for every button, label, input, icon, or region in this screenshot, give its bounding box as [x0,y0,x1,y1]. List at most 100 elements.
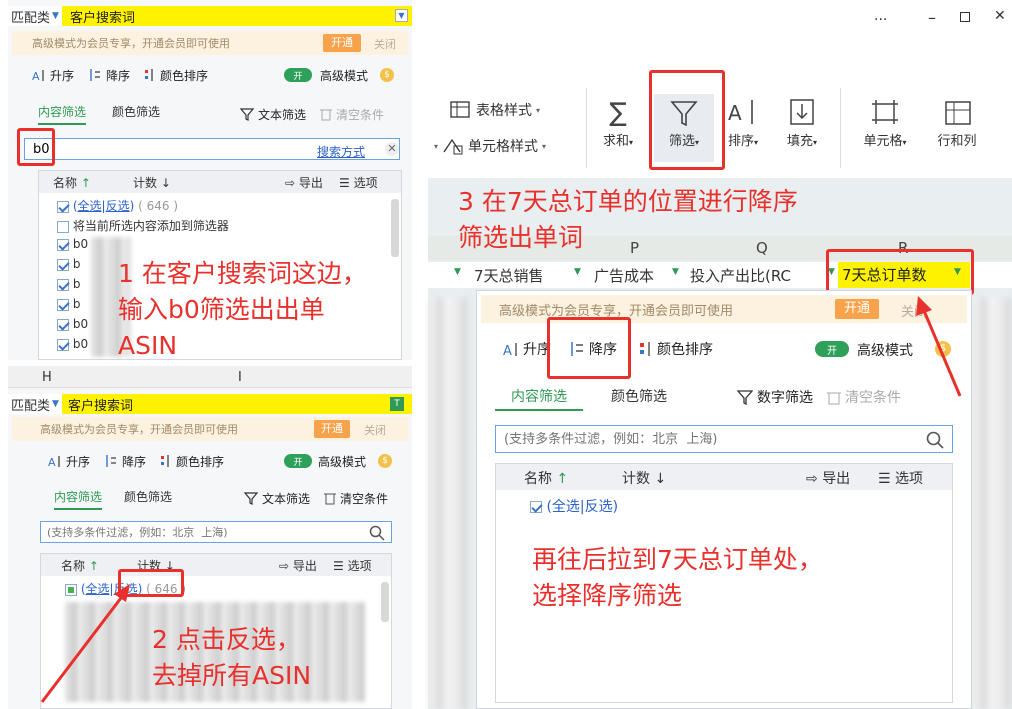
list-scrollbar[interactable] [381,582,389,622]
color-sort-button[interactable]: 颜色排序 [160,453,224,470]
add-to-filter-checkbox[interactable] [57,220,69,233]
close-icon[interactable]: ✕ [994,8,1006,24]
number-filter-button[interactable]: 数字筛选 [737,387,813,407]
tab-content-filter[interactable]: 内容筛选 [54,488,103,510]
vip-close-link[interactable]: 关闭 [364,422,386,438]
advanced-mode-toggle[interactable]: 开 [284,68,312,82]
list-item[interactable]: b0 [57,237,88,251]
clear-conditions-button[interactable]: 清空条件 [324,490,388,507]
clear-search-icon[interactable]: ✕ [385,142,399,156]
list-item[interactable]: b [57,297,80,311]
export-button[interactable]: ⇨ 导出 [279,557,317,574]
sort-desc-button[interactable]: 降序 [104,453,146,470]
trash-icon [827,392,841,405]
sort-button[interactable]: A 排序▾ [720,96,766,149]
column-header-sales[interactable]: 7天总销售 [474,265,544,286]
sum-button[interactable]: ∑ 求和▾ [598,96,638,149]
invert-link[interactable]: 反选 [106,199,130,213]
dropdown-arrow-icon[interactable]: ▼ [395,9,408,22]
vip-open-button[interactable]: 开通 [835,299,879,319]
options-button[interactable]: ☰ 选项 [339,174,378,191]
dropdown-arrow-icon[interactable]: ▼ [52,399,59,409]
sort-asc-button[interactable]: A 升序 [503,339,551,359]
maximize-icon[interactable] [960,12,970,22]
item-checkbox[interactable] [57,338,69,351]
sort-by-name-button[interactable]: 名称 ↑ [61,557,99,574]
column-header-search-term[interactable]: 客户搜索词 ▼ [61,6,412,26]
more-icon[interactable]: ··· [874,12,887,28]
item-checkbox[interactable] [57,238,69,251]
column-header-match-type[interactable]: 匹配类 ▼ [8,6,62,26]
vip-open-button[interactable]: 开通 [323,34,361,52]
color-sort-button[interactable]: 颜色排序 [144,67,208,84]
list-item[interactable]: b0 [57,337,88,351]
dropdown-arrow-icon[interactable]: ▼ [454,267,461,277]
sort-by-name-button[interactable]: 名称 ↑ [53,174,91,191]
search-icon[interactable] [926,431,944,449]
cell-button[interactable]: 单元格▾ [852,96,918,149]
tab-content-filter[interactable]: 内容筛选 [495,386,583,411]
minimize-icon[interactable]: – [928,8,936,27]
vip-open-button[interactable]: 开通 [314,420,350,438]
select-all-checkbox[interactable] [530,501,542,513]
fill-button[interactable]: 填充▾ [778,96,826,149]
select-all-link[interactable]: 全选 [552,499,580,515]
sort-desc-button[interactable]: 降序 [88,67,130,84]
column-header-ad-cost[interactable]: 广告成本 [594,265,654,286]
clear-conditions-button[interactable]: 清空条件 [827,387,901,407]
advanced-mode-toggle[interactable]: 开 [284,454,312,468]
list-scrollbar[interactable] [391,199,399,257]
advanced-mode-toggle[interactable]: 开 [815,341,849,357]
clear-conditions-button[interactable]: 清空条件 [320,106,384,123]
item-checkbox[interactable] [57,298,69,311]
list-item-add-to-filter[interactable]: 将当前所选内容添加到筛选器 [57,217,229,234]
tab-content-filter[interactable]: 内容筛选 [38,103,87,125]
column-header-roi[interactable]: 投入产出比(RC [690,265,791,286]
tab-color-filter[interactable]: 颜色筛选 [124,488,172,510]
list-item-select-all[interactable]: (全选|反选) [530,496,618,516]
tab-color-filter[interactable]: 颜色筛选 [112,103,160,125]
select-all-checkbox[interactable] [57,200,69,213]
search-input[interactable] [33,141,273,157]
filter-active-icon[interactable]: T [390,397,404,411]
item-checkbox[interactable] [57,258,69,271]
color-sort-button[interactable]: 颜色排序 [639,339,713,359]
arrow-down-icon: ↓ [654,471,667,487]
text-filter-button[interactable]: 文本筛选 [244,490,310,507]
export-button[interactable]: ⇨ 导出 [285,174,323,191]
vip-close-link[interactable]: 关闭 [374,36,396,52]
search-input[interactable] [47,525,347,539]
sort-asc-icon: A [503,343,517,357]
search-method-link[interactable]: 搜索方式 [317,143,365,160]
tab-color-filter[interactable]: 颜色筛选 [611,386,667,411]
select-all-link[interactable]: 全选 [78,199,102,213]
column-letter-h: H [42,370,52,385]
list-item[interactable]: b0 [57,317,88,331]
sort-asc-button[interactable]: A 升序 [48,453,90,470]
invert-link[interactable]: 反选 [585,499,613,515]
text-filter-button[interactable]: 文本筛选 [240,106,306,123]
column-header-match-type[interactable]: 匹配类 ▼ [8,394,62,414]
dropdown-arrow-icon[interactable]: ▼ [52,11,59,21]
options-button[interactable]: ☰ 选项 [333,557,372,574]
search-input[interactable] [504,431,904,447]
list-item-select-all[interactable]: (全选|反选) ( 646 ) [57,197,178,214]
dropdown-arrow-icon[interactable]: ▼ [574,267,581,277]
list-item[interactable]: b [57,277,80,291]
sort-by-count-button[interactable]: 计数 ↓ [133,174,171,191]
col-count-label: 计数 [622,471,650,487]
options-button[interactable]: ☰ 选项 [878,468,923,488]
cell-style-button[interactable]: ▾ 单元格样式 ▾ [434,136,546,156]
export-button[interactable]: ⇨ 导出 [806,468,850,488]
item-checkbox[interactable] [57,318,69,331]
sort-by-name-button[interactable]: 名称 ↑ [524,468,568,488]
dropdown-arrow-icon[interactable]: ▼ [672,267,679,277]
search-icon[interactable] [369,525,385,541]
sort-asc-button[interactable]: A 升序 [32,67,74,84]
row-col-button[interactable]: 行和列 [930,96,984,149]
table-style-button[interactable]: 表格样式 ▾ [450,100,540,120]
list-item[interactable]: b [57,257,80,271]
item-checkbox[interactable] [57,278,69,291]
sort-by-count-button[interactable]: 计数 ↓ [622,468,666,488]
column-header-search-term[interactable]: 客户搜索词 T [61,394,412,414]
